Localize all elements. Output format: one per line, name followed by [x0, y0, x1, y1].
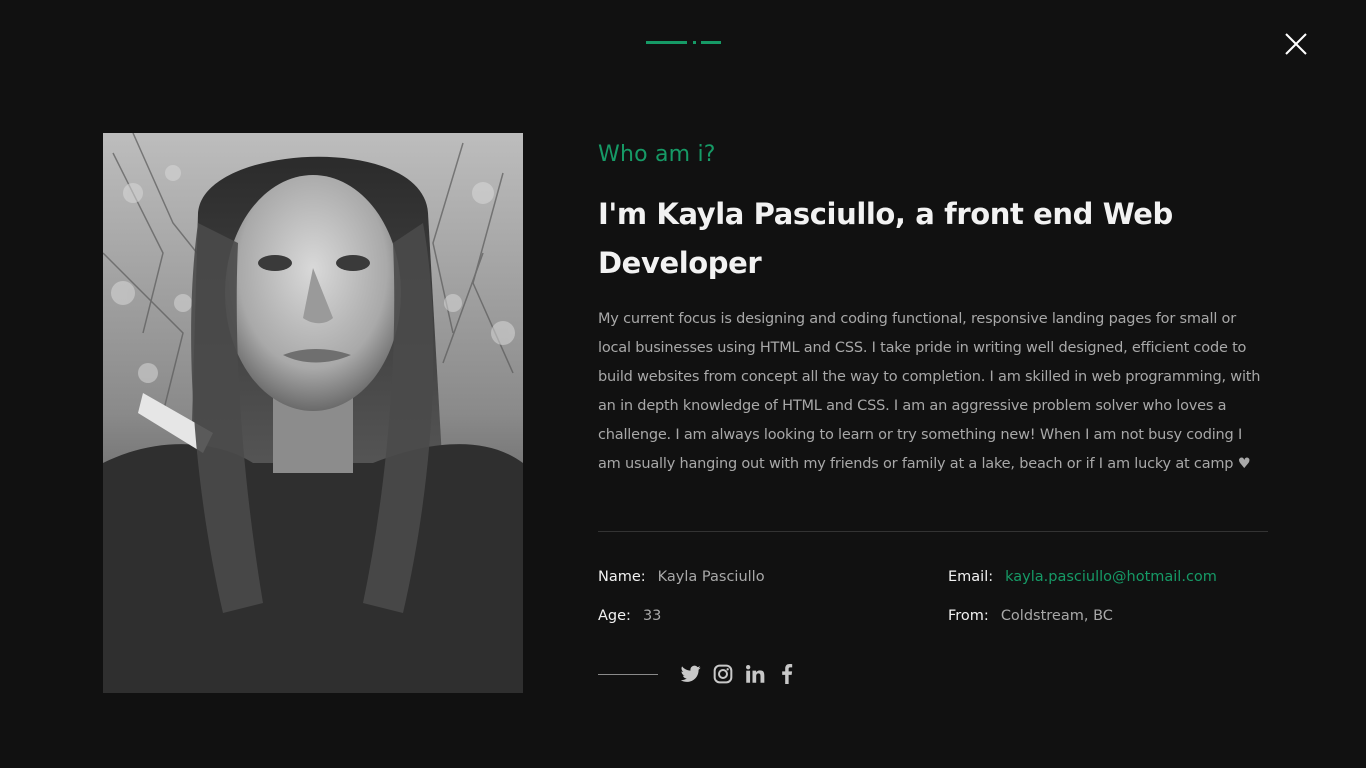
age-detail: Age: 33 — [598, 606, 661, 626]
email-detail: Email: kayla.pasciullo@hotmail.com — [948, 567, 1217, 587]
instagram-link[interactable] — [712, 663, 734, 685]
social-links — [598, 660, 808, 688]
name-value: Kayla Pasciullo — [657, 569, 765, 585]
linkedin-link[interactable] — [744, 663, 766, 685]
top-accent-line — [646, 41, 721, 44]
twitter-icon — [681, 665, 701, 682]
close-button[interactable] — [1280, 29, 1312, 61]
profile-photo — [103, 133, 523, 693]
bio-paragraph: My current focus is designing and coding… — [598, 311, 1261, 472]
page-title: I'm Kayla Pasciullo, a front end Web Dev… — [598, 197, 1173, 280]
name-label: Name: — [598, 569, 646, 585]
from-detail: From: Coldstream, BC — [948, 606, 1113, 626]
facebook-link[interactable] — [776, 663, 798, 685]
from-value: Coldstream, BC — [1000, 608, 1113, 624]
age-value: 33 — [642, 608, 662, 624]
age-label: Age: — [598, 608, 631, 624]
email-label: Email: — [948, 569, 994, 585]
facebook-icon — [782, 664, 793, 684]
email-link[interactable]: kayla.pasciullo@hotmail.com — [1005, 569, 1217, 585]
twitter-link[interactable] — [680, 663, 702, 685]
name-detail: Name: Kayla Pasciullo — [598, 567, 765, 587]
divider — [598, 531, 1268, 532]
section-subtitle: Who am i? — [598, 142, 716, 167]
linkedin-icon — [746, 665, 765, 683]
from-label: From: — [948, 608, 989, 624]
instagram-icon — [713, 664, 733, 684]
close-icon — [1285, 33, 1307, 55]
social-divider-line — [598, 673, 658, 675]
about-modal: Who am i? I'm Kayla Pasciullo, a front e… — [0, 0, 1366, 768]
